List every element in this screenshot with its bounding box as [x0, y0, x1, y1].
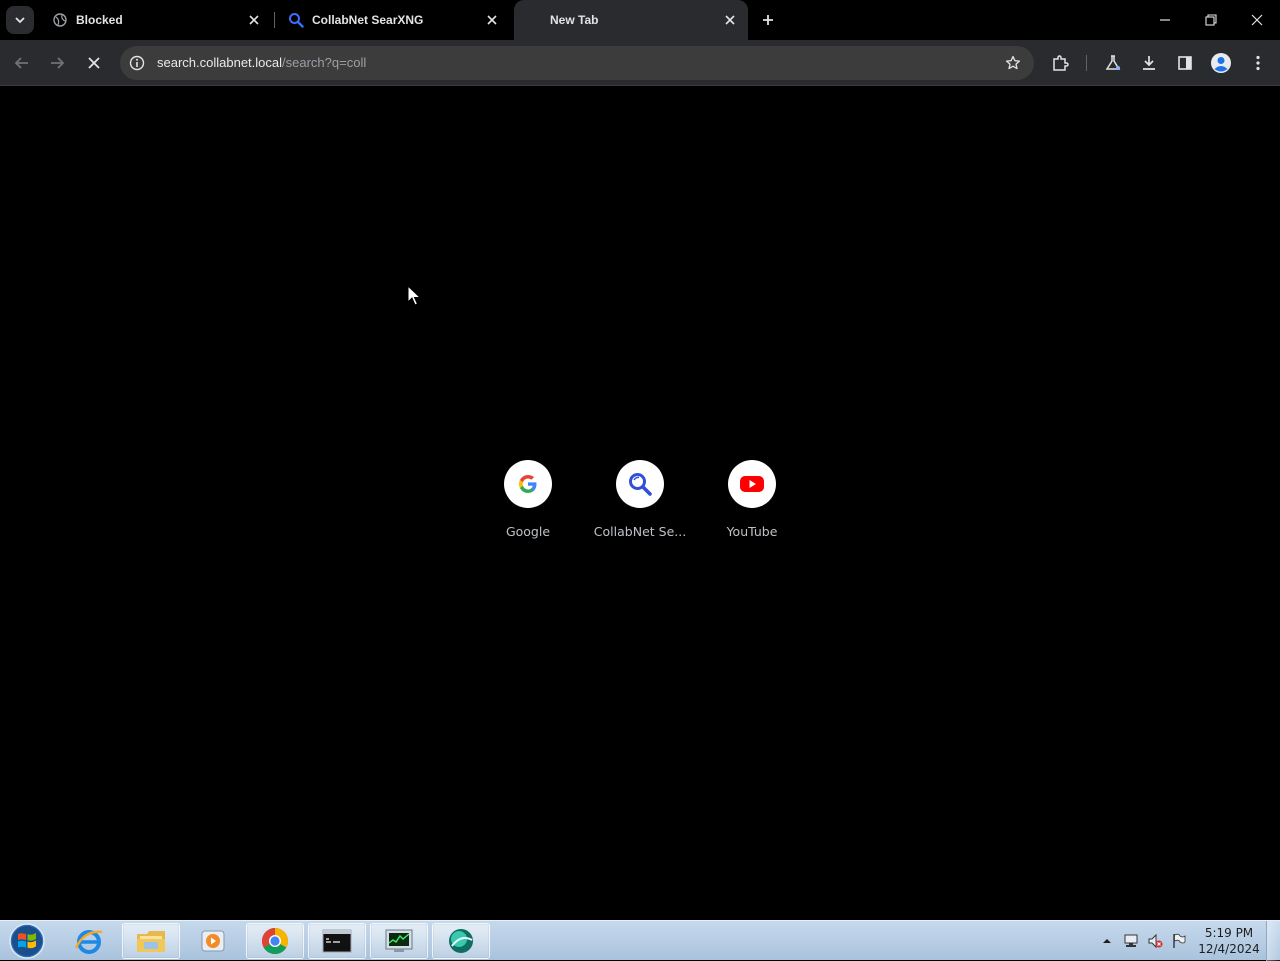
newtab-icon	[526, 12, 542, 28]
tray-action-center[interactable]	[1170, 933, 1188, 949]
restore-icon	[1205, 14, 1217, 26]
windows-logo-icon	[9, 923, 45, 959]
more-vertical-icon	[1256, 55, 1260, 71]
side-panel-icon	[1178, 56, 1192, 70]
download-icon	[1143, 56, 1155, 70]
file-explorer-icon	[137, 931, 165, 952]
downloads-button[interactable]	[1133, 47, 1165, 79]
media-player-icon	[201, 930, 225, 952]
restore-button[interactable]	[1188, 0, 1234, 40]
chevron-down-icon	[15, 17, 25, 24]
command-prompt-icon	[322, 929, 352, 953]
tab-collabnet-searxng[interactable]: CollabNet SearXNG	[276, 0, 510, 40]
side-panel-button[interactable]	[1169, 47, 1201, 79]
arrow-left-icon	[14, 57, 28, 69]
new-tab-button[interactable]	[756, 8, 780, 32]
close-icon[interactable]	[482, 10, 502, 30]
network-icon	[1124, 934, 1138, 947]
taskbar-app[interactable]	[432, 923, 490, 959]
chrome-icon	[261, 927, 289, 955]
plus-icon	[763, 15, 773, 25]
show-hidden-icons-button[interactable]	[1098, 933, 1116, 949]
address-bar[interactable]: search.collabnet.local/search?q=coll	[120, 46, 1034, 80]
flag-icon	[1173, 933, 1186, 948]
url-host: search.collabnet.local	[157, 55, 283, 70]
taskbar-media-player[interactable]	[184, 923, 242, 959]
taskbar-command-prompt[interactable]	[308, 923, 366, 959]
tab-separator	[274, 12, 275, 28]
close-window-button[interactable]	[1234, 0, 1280, 40]
tab-title: CollabNet SearXNG	[312, 13, 424, 27]
url-text[interactable]: search.collabnet.local/search?q=coll	[157, 55, 366, 70]
tab-title: New Tab	[550, 13, 599, 27]
shortcut-label: Google	[505, 524, 551, 539]
back-button[interactable]	[6, 47, 38, 79]
app-icon	[449, 929, 473, 953]
taskbar-file-explorer[interactable]	[122, 923, 180, 959]
menu-button[interactable]	[1242, 47, 1274, 79]
puzzle-icon	[1053, 55, 1069, 71]
clock-time: 5:19 PM	[1204, 926, 1254, 940]
minimize-button[interactable]	[1142, 0, 1188, 40]
flask-icon	[1105, 55, 1121, 70]
arrow-right-icon	[51, 57, 65, 69]
new-tab-page: Google CollabNet Se... YouTube	[0, 87, 1280, 920]
start-button[interactable]	[6, 922, 48, 960]
chevron-up-icon	[1103, 939, 1111, 943]
tray-network[interactable]	[1122, 933, 1140, 949]
tab-new-tab[interactable]: New Tab	[514, 0, 748, 40]
shortcut-tile	[504, 460, 552, 508]
bookmark-star-icon[interactable]	[1002, 52, 1024, 74]
taskbar: 5:19 PM 12/4/2024	[0, 920, 1280, 961]
tab-strip: Blocked CollabNet SearXNG New Tab	[0, 0, 1280, 40]
taskbar-task-manager[interactable]	[370, 923, 428, 959]
tab-title: Blocked	[76, 13, 123, 27]
shortcut-label: CollabNet Se...	[593, 524, 687, 539]
system-clock[interactable]: 5:19 PM 12/4/2024	[1196, 925, 1262, 957]
close-icon	[1251, 14, 1263, 26]
tray-volume-muted[interactable]	[1146, 933, 1164, 949]
globe-icon	[52, 12, 68, 28]
site-info-icon[interactable]	[128, 54, 146, 72]
mouse-cursor-icon	[407, 285, 421, 306]
youtube-icon	[740, 476, 764, 492]
search-icon	[629, 473, 652, 496]
close-icon[interactable]	[244, 10, 264, 30]
profile-button[interactable]	[1205, 47, 1237, 79]
shortcut-collabnet-searxng[interactable]: CollabNet Se...	[584, 447, 696, 547]
taskbar-chrome[interactable]	[246, 923, 304, 959]
volume-muted-icon	[1148, 933, 1163, 949]
close-icon[interactable]	[720, 10, 740, 30]
labs-button[interactable]	[1097, 47, 1129, 79]
shortcut-label: YouTube	[726, 524, 778, 539]
tab-blocked[interactable]: Blocked	[40, 0, 272, 40]
forward-button[interactable]	[41, 47, 73, 79]
browser-window: Blocked CollabNet SearXNG New Tab search…	[0, 0, 1280, 920]
taskbar-internet-explorer[interactable]	[60, 923, 118, 959]
avatar-icon	[1211, 53, 1231, 73]
toolbar-separator	[1086, 55, 1087, 71]
shortcut-google[interactable]: Google	[472, 447, 584, 547]
task-manager-icon	[385, 929, 413, 952]
extensions-button[interactable]	[1044, 47, 1076, 79]
search-icon	[288, 12, 304, 28]
url-path: /search?q=coll	[282, 55, 367, 70]
minimize-icon	[1160, 19, 1170, 21]
shortcut-tile	[616, 460, 664, 508]
show-desktop-button[interactable]	[1266, 921, 1280, 961]
shortcut-youtube[interactable]: YouTube	[696, 447, 808, 547]
clock-date: 12/4/2024	[1198, 942, 1260, 956]
shortcut-tile	[728, 460, 776, 508]
google-icon	[519, 475, 537, 493]
stop-loading-button[interactable]	[78, 47, 110, 79]
tab-search-button[interactable]	[6, 6, 34, 34]
internet-explorer-icon	[74, 930, 103, 954]
close-icon	[88, 57, 100, 69]
toolbar: search.collabnet.local/search?q=coll	[0, 40, 1280, 86]
